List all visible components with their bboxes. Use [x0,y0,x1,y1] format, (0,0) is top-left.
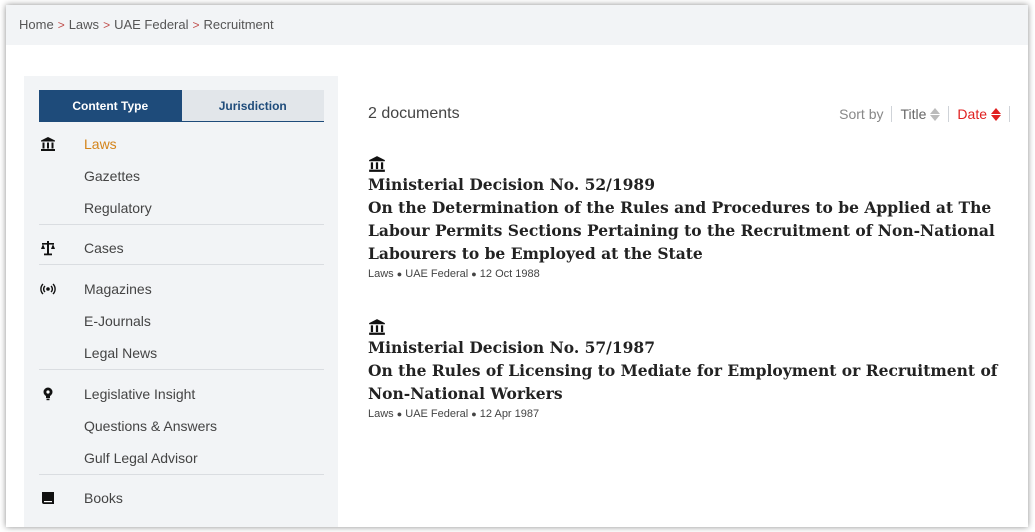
breadcrumb-laws[interactable]: Laws [69,17,99,32]
meta-jurisdiction: UAE Federal [405,268,469,280]
sidebar-item-label: Books [84,490,123,506]
divider [948,106,950,122]
breadcrumb-separator: > [57,17,65,32]
document-title-line: Ministerial Decision No. 52/1989 [368,175,655,194]
nav-group-magazines: Magazines E-Journals Legal News [39,273,324,370]
document-meta: Laws ● UAE Federal ● 12 Oct 1988 [368,268,540,280]
institution-icon [368,318,386,336]
document-title-line: On the Determination of the Rules and Pr… [368,198,992,217]
document-title-line: On the Rules of Licensing to Mediate for… [368,361,998,380]
breadcrumb: Home > Laws > UAE Federal > Recruitment [19,17,274,32]
sidebar-item-label: Gazettes [84,168,141,184]
results-panel: 2 documents Sort by Title Date Ministeri… [368,5,1018,527]
sidebar-item-questions-answers[interactable]: Questions & Answers [39,410,324,442]
nav-group-laws: Laws Gazettes Regulatory [39,128,324,225]
nav-group-books: Books [39,482,324,514]
sort-by-title-button[interactable]: Title [900,106,941,122]
sidebar-item-label: Regulatory [84,200,152,216]
sidebar-item-label: Gulf Legal Advisor [84,450,198,466]
divider [891,106,893,122]
meta-jurisdiction: UAE Federal [405,408,469,420]
book-icon [39,489,57,507]
breadcrumb-current: Recruitment [203,17,274,32]
tab-jurisdiction[interactable]: Jurisdiction [181,90,324,121]
institution-icon [368,155,386,173]
document-title-link[interactable]: Ministerial Decision No. 57/1987 On the … [368,336,1008,405]
sort-arrows-icon [930,107,941,121]
sort-arrows-icon [991,107,1001,121]
sidebar-item-label: Legislative Insight [84,386,196,402]
document-title-line: Labourers to be Employed at the State [368,244,703,263]
sidebar-item-label: Cases [84,240,124,256]
institution-icon [39,135,57,153]
broadcast-icon [39,280,57,298]
sidebar-item-regulatory[interactable]: Regulatory [39,192,324,224]
sort-title-label: Title [900,106,927,122]
sidebar-item-gulf-legal-advisor[interactable]: Gulf Legal Advisor [39,442,324,474]
lightbulb-icon [39,385,57,403]
sidebar-tabs: Content Type Jurisdiction [39,90,324,122]
document-item: Ministerial Decision No. 52/1989 On the … [368,155,1008,280]
sort-date-label: Date [957,106,987,122]
sidebar-item-gazettes[interactable]: Gazettes [39,160,324,192]
sidebar-item-e-journals[interactable]: E-Journals [39,305,324,337]
app-frame: Home > Laws > UAE Federal > Recruitment … [6,5,1028,527]
filter-sidebar: Content Type Jurisdiction Laws Gazettes … [24,76,338,527]
result-count: 2 documents [368,105,460,122]
sidebar-item-laws[interactable]: Laws [39,128,324,160]
document-title-line: Ministerial Decision No. 57/1987 [368,338,655,357]
meta-type: Laws [368,408,394,420]
sort-controls: Sort by Title Date [839,106,1018,122]
meta-type: Laws [368,268,394,280]
sidebar-item-magazines[interactable]: Magazines [39,273,324,305]
meta-date: 12 Apr 1987 [479,408,540,420]
sidebar-item-legislative-insight[interactable]: Legislative Insight [39,378,324,410]
document-meta: Laws ● UAE Federal ● 12 Apr 1987 [368,408,540,420]
breadcrumb-uae-federal[interactable]: UAE Federal [114,17,188,32]
sidebar-item-books[interactable]: Books [39,482,324,514]
nav-group-legislative-insight: Legislative Insight Questions & Answers … [39,378,324,475]
sidebar-item-label: Magazines [84,281,152,297]
meta-date: 12 Oct 1988 [479,268,540,280]
breadcrumb-separator: > [103,17,111,32]
sidebar-item-label: E-Journals [84,313,151,329]
sidebar-item-label: Laws [84,136,117,152]
sidebar-item-legal-news[interactable]: Legal News [39,337,324,369]
sidebar-item-label: Questions & Answers [84,418,218,434]
document-title-line: Non-National Workers [368,384,563,403]
document-item: Ministerial Decision No. 57/1987 On the … [368,318,1008,420]
nav-group-cases: Cases [39,232,324,265]
sidebar-item-cases[interactable]: Cases [39,232,324,264]
document-title-line: Labour Permits Sections Pertaining to th… [368,221,995,240]
scales-icon [39,239,57,257]
sidebar-item-label: Legal News [84,345,158,361]
document-title-link[interactable]: Ministerial Decision No. 52/1989 On the … [368,173,1008,265]
breadcrumb-separator: > [192,17,200,32]
divider [1009,106,1010,122]
sort-label: Sort by [839,106,884,122]
breadcrumb-home[interactable]: Home [19,17,54,32]
sort-by-date-button[interactable]: Date [957,106,1001,122]
tab-content-type[interactable]: Content Type [39,90,182,121]
